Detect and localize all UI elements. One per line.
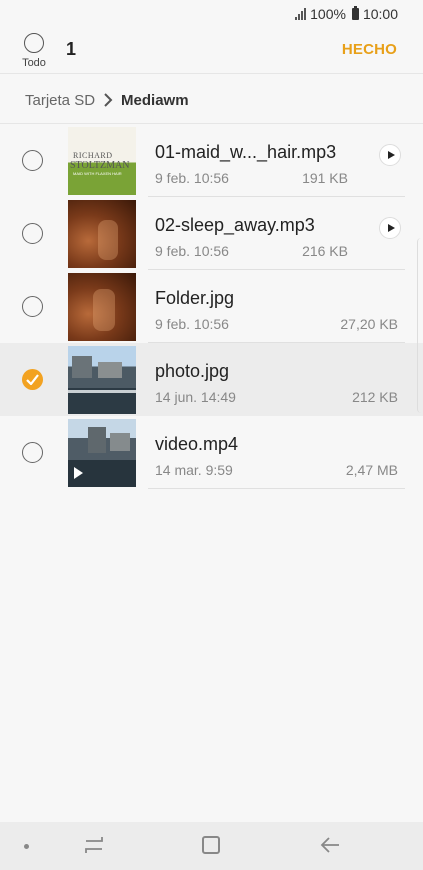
selection-header: Todo 1 HECHO [0,28,423,73]
file-row[interactable]: 02-sleep_away.mp3 9 feb. 10:56 216 KB [0,197,423,270]
file-checkbox[interactable] [22,296,43,317]
breadcrumb-root[interactable]: Tarjeta SD [25,92,95,109]
file-date: 9 feb. 10:56 [155,243,229,259]
nav-dot-icon[interactable] [24,844,29,849]
file-date: 9 feb. 10:56 [155,170,229,186]
file-row[interactable]: RICHARD STOLTZMAN MAID WITH FLAXEN HAIR … [0,124,423,197]
clock: 10:00 [362,6,398,22]
file-date: 9 feb. 10:56 [155,316,229,332]
battery-icon [351,6,359,20]
image-thumbnail [68,346,136,414]
file-size: 216 KB [302,243,348,259]
file-size: 212 KB [352,389,398,405]
checkmark-icon [26,374,39,385]
album-art-text: RICHARD [73,151,113,160]
file-row[interactable]: video.mp4 14 mar. 9:59 2,47 MB [0,416,423,489]
album-art-thumbnail [68,200,136,268]
file-name: photo.jpg [155,361,230,381]
file-name: video.mp4 [155,434,239,454]
divider [148,488,405,489]
navigation-bar [0,822,423,870]
select-all-label: Todo [22,57,46,69]
file-name: 02-sleep_away.mp3 [155,215,315,235]
battery-percent: 100% [310,6,346,22]
album-art-text: STOLTZMAN [70,160,130,171]
divider [0,73,423,74]
play-icon[interactable] [379,217,401,239]
signal-icon [295,8,307,20]
home-icon[interactable] [202,836,220,854]
file-size: 27,20 KB [340,316,398,332]
file-row[interactable]: Folder.jpg 9 feb. 10:56 27,20 KB [0,270,423,343]
file-checkbox[interactable] [22,223,43,244]
image-thumbnail [68,273,136,341]
file-checkbox[interactable] [22,150,43,171]
album-art-text: MAID WITH FLAXEN HAIR [73,171,122,176]
video-play-icon [74,467,83,479]
breadcrumb: Tarjeta SD Mediawm [25,88,189,112]
status-bar: 100% 10:00 [0,0,423,28]
recent-apps-icon[interactable] [84,836,104,854]
file-name: 01-maid_w..._hair.mp3 [155,142,337,162]
file-row[interactable]: photo.jpg 14 jun. 14:49 212 KB [0,343,423,416]
file-size: 2,47 MB [345,462,398,478]
file-checkbox[interactable] [22,442,43,463]
selected-count: 1 [66,39,77,59]
video-thumbnail [68,419,136,487]
file-list: RICHARD STOLTZMAN MAID WITH FLAXEN HAIR … [0,124,423,489]
select-all-circle-icon [24,33,44,53]
file-checkbox-checked[interactable] [22,369,43,390]
file-date: 14 mar. 9:59 [155,462,233,478]
back-arrow-icon[interactable] [320,836,340,854]
edge-panel-handle[interactable] [417,238,423,413]
breadcrumb-current: Mediawm [121,91,189,109]
file-date: 14 jun. 14:49 [155,389,236,405]
play-icon[interactable] [379,144,401,166]
done-button[interactable]: HECHO [342,41,397,58]
select-all-checkbox[interactable]: Todo [20,33,48,73]
file-size: 191 KB [302,170,348,186]
album-art-thumbnail: RICHARD STOLTZMAN MAID WITH FLAXEN HAIR [68,127,136,195]
file-name: Folder.jpg [155,288,235,308]
chevron-right-icon [104,93,113,107]
